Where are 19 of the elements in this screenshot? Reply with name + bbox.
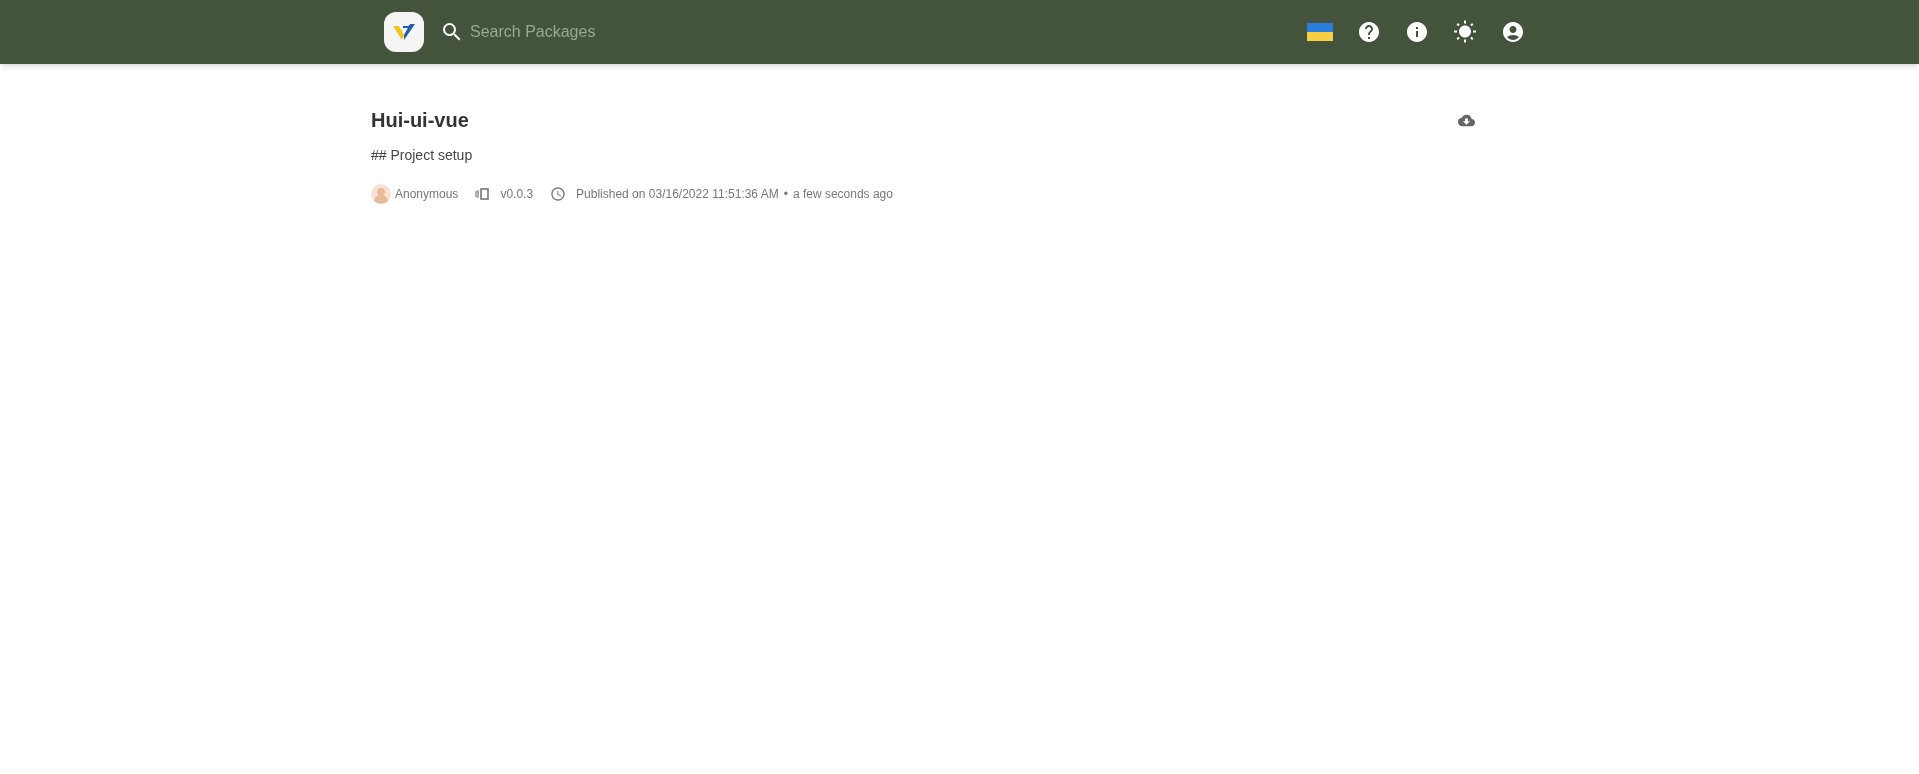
package-version: v0.0.3 — [500, 186, 534, 203]
separator-dot: • — [783, 186, 788, 203]
account-icon[interactable] — [1501, 20, 1525, 44]
flag-icon[interactable] — [1307, 23, 1333, 41]
relative-time: a few seconds ago — [792, 186, 893, 203]
help-icon[interactable] — [1357, 20, 1381, 44]
download-icon[interactable] — [1458, 112, 1475, 129]
sun-icon[interactable] — [1453, 20, 1477, 44]
version-icon — [474, 188, 491, 200]
search-field[interactable]: Search Packages — [470, 20, 870, 44]
v-logo-icon — [392, 22, 416, 42]
app-logo[interactable] — [384, 12, 424, 52]
package-title[interactable]: Hui-ui-vue — [371, 105, 469, 135]
info-icon[interactable] — [1405, 20, 1429, 44]
author-name[interactable]: Anonymous — [395, 185, 459, 203]
package-description: ## Project setup — [371, 146, 474, 165]
publish-date: Published on 03/16/2022 11:51:36 AM — [576, 186, 779, 203]
clock-icon — [550, 186, 567, 202]
avatar-icon — [371, 184, 391, 204]
